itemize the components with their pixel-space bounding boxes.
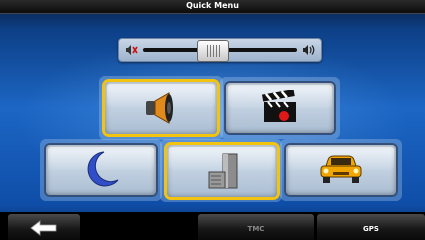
gps-button[interactable]: GPS	[317, 214, 425, 240]
speaker-icon	[146, 92, 173, 124]
car-icon	[320, 155, 362, 183]
speaker-loud-icon[interactable]	[302, 43, 316, 57]
gps-label: GPS	[363, 225, 379, 233]
tmc-label: TMC	[247, 225, 265, 233]
back-arrow-icon	[30, 220, 57, 236]
volume-slider[interactable]	[118, 38, 322, 62]
poi-tile[interactable]	[167, 145, 277, 197]
back-button[interactable]	[8, 214, 80, 240]
title-bar: Quick Menu	[0, 0, 425, 14]
clapperboard-icon	[262, 90, 296, 122]
night-mode-tile[interactable]	[46, 145, 156, 195]
tmc-button[interactable]: TMC	[198, 214, 314, 240]
quick-menu-screen: Quick Menu TMC GPS	[0, 0, 425, 240]
video-tile[interactable]	[226, 83, 334, 133]
sound-tile[interactable]	[105, 82, 217, 134]
vehicle-tile[interactable]	[286, 145, 396, 195]
moon-icon	[87, 151, 119, 187]
window-title: Quick Menu	[186, 1, 239, 10]
building-icon	[208, 153, 238, 189]
speaker-muted-icon[interactable]	[124, 43, 138, 57]
volume-thumb[interactable]	[197, 40, 230, 62]
